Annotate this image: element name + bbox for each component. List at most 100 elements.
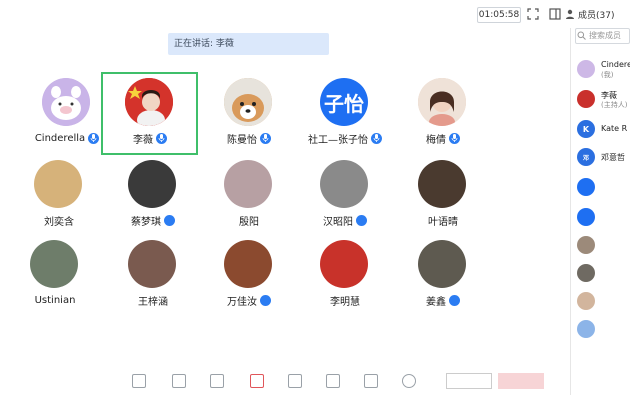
member-list-item[interactable] [577,292,630,314]
avatar [30,240,78,288]
member-list-item[interactable] [577,178,630,200]
microphone-icon [156,132,167,144]
participant-name: 万佳汝 [227,296,257,308]
chat-icon[interactable] [326,374,340,388]
participant-tile[interactable]: 刘奕含 [18,158,100,238]
participant-tile[interactable]: 万佳汝 [208,238,290,318]
microphone-icon [260,294,271,306]
avatar [418,240,466,288]
bottom-toolbar [0,368,630,395]
member-role: (我) [601,71,614,79]
member-list-item[interactable] [577,264,630,286]
member-avatar [577,208,595,226]
record-icon[interactable] [250,374,264,388]
search-icon [577,31,586,40]
camera-toggle-icon[interactable] [172,374,186,388]
microphone-icon [449,294,460,306]
microphone-icon [356,214,367,226]
avatar [34,160,82,208]
member-avatar [577,320,595,338]
member-list-item[interactable]: K Kate R [577,120,630,142]
member-avatar [577,264,595,282]
participant-tile[interactable]: 姜鑫 [402,238,484,318]
member-avatar [577,292,595,310]
avatar [42,78,90,126]
settings-icon[interactable] [402,374,416,388]
participant-name: 刘奕含 [44,216,74,228]
member-list-item[interactable]: 李薇 (主持人) [577,90,630,112]
participant-tile[interactable]: 陈曼怡 [208,76,290,156]
avatar: 子怡 [320,78,368,126]
microphone-icon [449,132,460,144]
participant-name: 姜鑫 [426,296,446,308]
member-list-item[interactable]: Cinderella (我) [577,60,630,82]
member-list-item[interactable] [577,236,630,258]
end-meeting-button[interactable] [498,373,544,389]
flag-portrait-icon [125,78,173,126]
participant-tile[interactable]: 汉昭阳 [304,158,386,238]
microphone-icon [164,214,175,226]
participant-tile[interactable]: 梅倩 [402,76,484,156]
member-avatar: 邓 [577,148,595,166]
member-avatar [577,236,595,254]
participants-icon[interactable] [288,374,302,388]
member-name: 邓意哲 [601,153,625,162]
avatar-initials: 子怡 [324,91,364,116]
share-screen-icon[interactable] [210,374,224,388]
member-name: Cinderella [601,60,630,69]
person-icon [566,9,574,19]
avatar [125,78,173,126]
member-list-item[interactable] [577,320,630,342]
member-role: (主持人) [601,101,628,109]
girl-portrait-icon [418,78,466,126]
member-name: Kate R [601,124,628,133]
participant-name: 叶语晴 [428,216,458,228]
avatar [128,160,176,208]
participant-name: 陈曼怡 [227,134,257,146]
participant-name: 李明慧 [330,296,360,308]
avatar [320,160,368,208]
avatar [128,240,176,288]
microphone-icon [260,132,271,144]
dog-icon [224,78,272,126]
participant-tile[interactable]: 李薇 [109,76,191,156]
layout-toggle-icon[interactable] [548,7,562,21]
participant-name: 汉昭阳 [323,216,353,228]
apps-icon[interactable] [364,374,378,388]
participant-tile[interactable]: 叶语晴 [402,158,484,238]
participant-name: 王梓涵 [138,296,168,308]
avatar [320,240,368,288]
member-avatar [577,60,595,78]
member-list-item[interactable] [577,208,630,230]
member-avatar [577,90,595,108]
meeting-timer: 01:05:58 [477,7,521,23]
speaking-indicator: 正在讲话: 李薇 [168,33,329,55]
participant-tile[interactable]: Cinderella [26,76,108,156]
members-toggle-button[interactable]: 成员(37) [565,6,614,22]
participant-name: Ustinian [34,294,76,306]
participant-tile[interactable]: 王梓涵 [112,238,194,318]
participant-tile[interactable]: 殷阳 [208,158,290,238]
avatar [418,78,466,126]
participant-name: 李薇 [133,134,153,146]
leave-button[interactable] [446,373,492,389]
participant-name: 蔡梦琪 [131,216,161,228]
microphone-toggle-icon[interactable] [132,374,146,388]
participant-tile[interactable]: 蔡梦琪 [112,158,194,238]
microphone-icon [371,132,382,144]
participant-name: Cinderella [34,132,86,144]
avatar [224,160,272,208]
avatar [224,240,272,288]
participant-tile[interactable]: Ustinian [14,238,96,318]
participant-name: 殷阳 [239,216,259,228]
fullscreen-icon[interactable] [526,7,540,21]
participant-name: 梅倩 [426,134,446,146]
participant-name: 社工—张子怡 [308,134,368,146]
avatar [224,78,272,126]
microphone-icon [88,132,100,144]
members-count-label: 成员(37) [578,10,615,21]
participant-tile[interactable]: 子怡 社工—张子怡 [304,76,386,156]
member-list-item[interactable]: 邓 邓意哲 [577,148,630,170]
participant-tile[interactable]: 李明慧 [304,238,386,318]
member-avatar: K [577,120,595,138]
